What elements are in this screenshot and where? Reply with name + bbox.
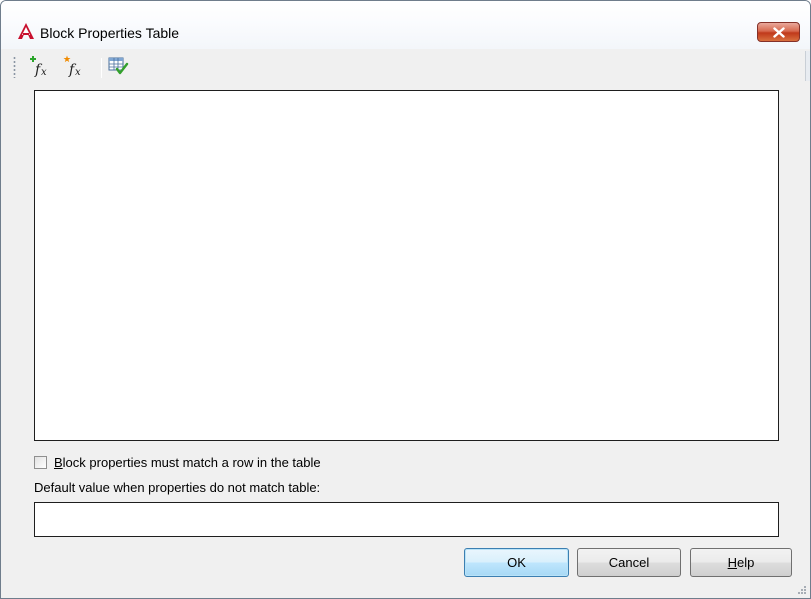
properties-table-grid[interactable] (34, 90, 779, 441)
audit-table-button[interactable] (106, 54, 130, 78)
svg-text:x: x (41, 67, 47, 78)
dialog-title: Block Properties Table (40, 25, 180, 41)
block-properties-table-dialog: Block Properties Table f x f x Block pro… (0, 0, 811, 599)
window-edge (805, 51, 810, 81)
help-button-label: Help (727, 555, 755, 570)
help-button[interactable]: Help (690, 548, 792, 577)
add-user-parameter-button[interactable]: f x (62, 54, 86, 78)
toolbar: f x f x (1, 49, 810, 85)
match-row-option[interactable]: Block properties must match a row in the… (34, 453, 321, 471)
ok-button-label: OK (507, 555, 526, 570)
match-row-label[interactable]: Block properties must match a row in the… (54, 455, 321, 470)
autocad-logo-icon (18, 23, 34, 39)
new-property-parameter-icon: f x (30, 56, 47, 78)
close-button[interactable] (757, 22, 800, 42)
new-property-parameter-button[interactable]: f x (28, 54, 52, 78)
audit-table-icon (108, 57, 129, 75)
cancel-button[interactable]: Cancel (577, 548, 681, 577)
cancel-button-label: Cancel (608, 555, 650, 570)
svg-text:x: x (75, 67, 81, 78)
resize-grip-icon[interactable] (795, 583, 807, 595)
default-value-label: Default value when properties do not mat… (34, 480, 321, 495)
match-row-checkbox[interactable] (34, 455, 47, 469)
toolbar-grip[interactable] (13, 56, 16, 78)
toolbar-separator (101, 58, 102, 78)
title-bar[interactable]: Block Properties Table (1, 1, 810, 49)
default-value-input[interactable] (34, 502, 779, 537)
close-icon (772, 26, 785, 38)
add-user-parameter-icon: f x (63, 55, 81, 78)
ok-button[interactable]: OK (464, 548, 569, 577)
